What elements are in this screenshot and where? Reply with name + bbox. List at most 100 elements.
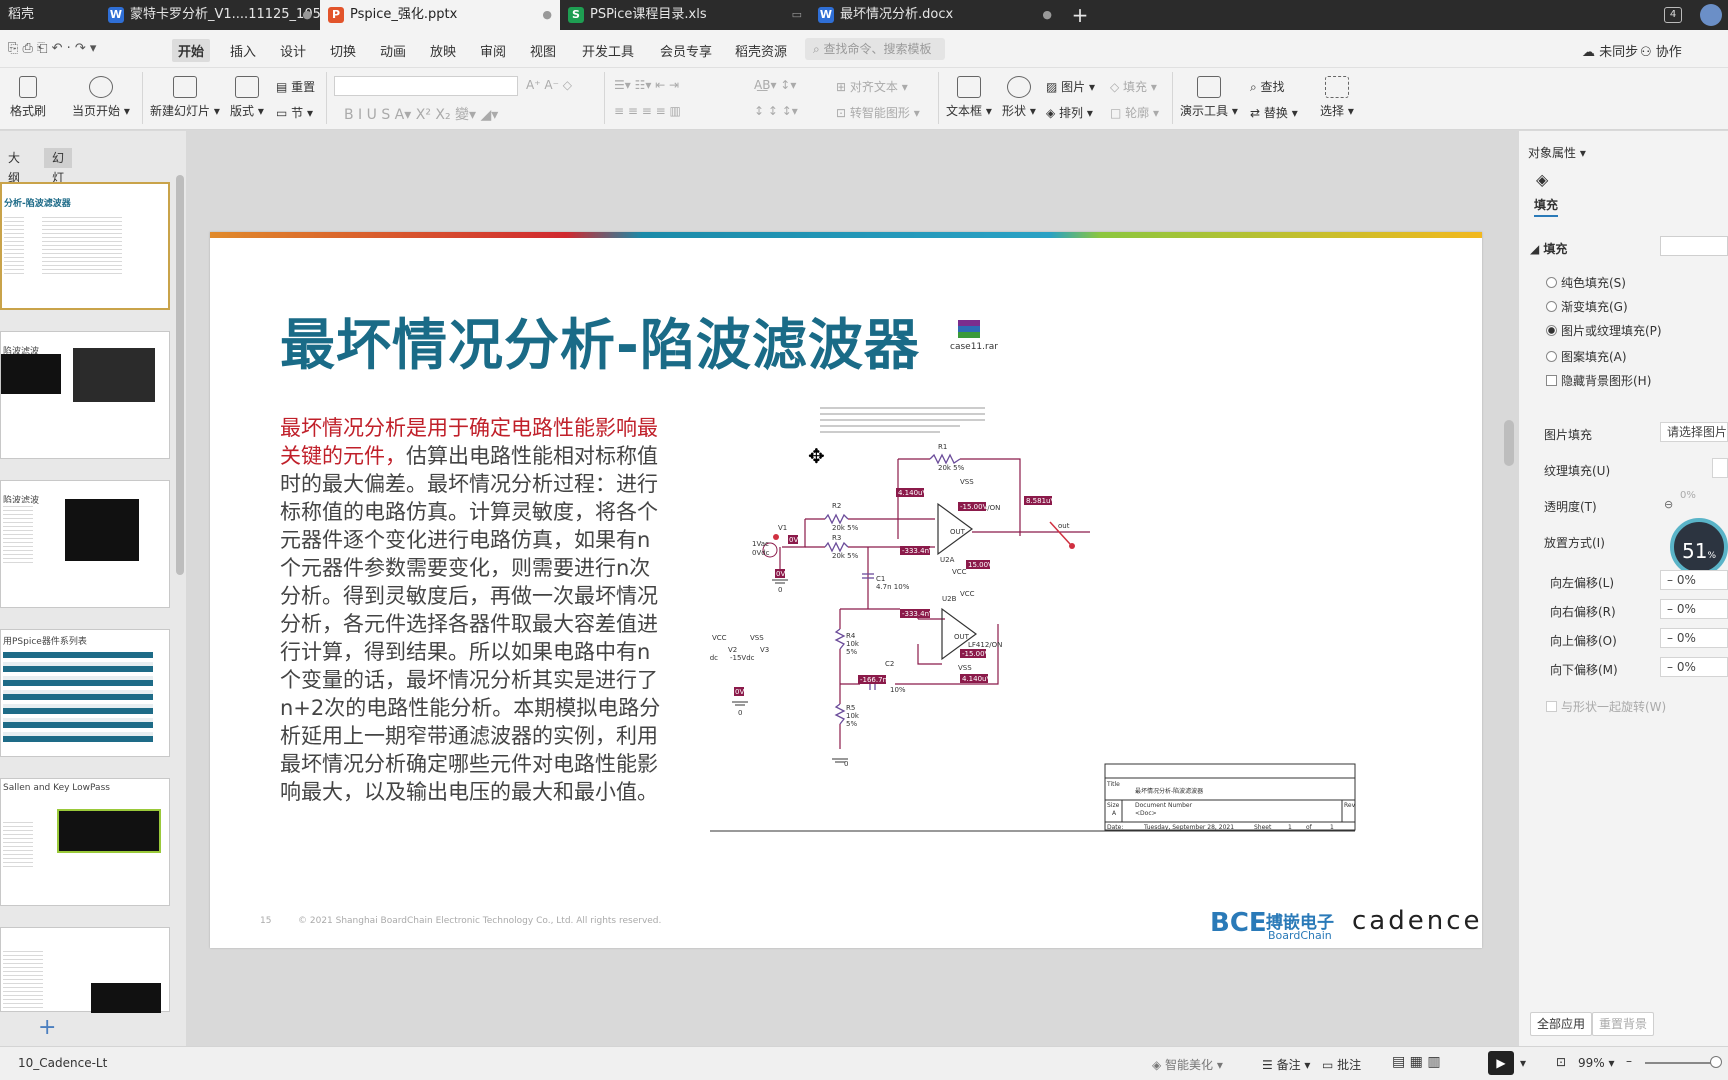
- zoom-slider-track[interactable]: [1645, 1062, 1715, 1064]
- play-slideshow-button[interactable]: ▶: [1488, 1051, 1514, 1075]
- panel-header[interactable]: 对象属性 ▾: [1528, 144, 1586, 161]
- notes-button[interactable]: ☰ 备注 ▾: [1262, 1056, 1310, 1073]
- texture-fill-select[interactable]: [1712, 458, 1728, 478]
- collaborate-button[interactable]: ⚇ 协作: [1640, 41, 1682, 60]
- reset-button[interactable]: ▤ 重置: [276, 78, 315, 95]
- offset-left-field[interactable]: – 0%: [1660, 570, 1728, 590]
- menu-view[interactable]: 视图: [530, 41, 556, 60]
- view-mode-buttons[interactable]: ▤ ▦ ▥: [1392, 1054, 1441, 1070]
- new-slide-button[interactable]: 新建幻灯片 ▾: [150, 76, 220, 119]
- transparency-minus-icon[interactable]: ⊖: [1664, 498, 1673, 511]
- picture-fill-select[interactable]: 请选择图片: [1660, 422, 1728, 442]
- tab-daoke[interactable]: 稻壳: [0, 0, 100, 30]
- zoom-out-icon[interactable]: –: [1626, 1054, 1632, 1068]
- tab-fill[interactable]: 填充: [1534, 196, 1559, 217]
- fill-gradient-radio[interactable]: 渐变填充(G): [1546, 298, 1628, 315]
- slide-thumbnail[interactable]: [0, 927, 170, 1013]
- convert-smartart-button[interactable]: ⊡ 转智能图形 ▾: [836, 104, 920, 121]
- zoom-level[interactable]: 99% ▾: [1578, 1056, 1615, 1070]
- textbox-button[interactable]: 文本框 ▾: [946, 76, 992, 119]
- rar-file-icon[interactable]: [958, 320, 980, 338]
- format-painter-button[interactable]: 格式刷: [10, 76, 46, 119]
- comment-button[interactable]: ▭ 批注: [1322, 1056, 1361, 1073]
- smart-beautify-button[interactable]: ◈ 智能美化 ▾: [1152, 1056, 1223, 1073]
- zoom-slider-thumb[interactable]: [1710, 1056, 1722, 1068]
- pspice-schematic[interactable]: R120k 5% R220k 5% R320k 5% R410k5% R510k…: [710, 404, 1455, 844]
- close-tab-icon[interactable]: ●: [542, 0, 552, 30]
- paragraph-align-buttons[interactable]: ≡ ≡ ≡ ≡ ▥: [614, 104, 681, 118]
- tab-slides[interactable]: 幻灯片: [44, 148, 73, 205]
- rotate-with-shape-checkbox[interactable]: 与形状一起旋转(W): [1546, 698, 1666, 715]
- find-button[interactable]: ⌕ 查找: [1250, 78, 1285, 95]
- align-text-button[interactable]: ⊞ 对齐文本 ▾: [836, 78, 908, 95]
- fill-color-swatch[interactable]: [1660, 236, 1728, 256]
- fill-section-header[interactable]: ◢ 填充: [1530, 240, 1567, 257]
- add-slide-icon[interactable]: +: [38, 1015, 56, 1040]
- tab-worstcase-docx[interactable]: W 最坏情况分析.docx ●: [810, 0, 1060, 30]
- apply-all-button[interactable]: 全部应用: [1530, 1012, 1593, 1036]
- font-style-buttons[interactable]: B I U S A▾ X² X₂ 變▾ ◢▾: [344, 104, 498, 124]
- performance-gauge[interactable]: 51%: [1670, 518, 1728, 576]
- fill-picture-radio[interactable]: 图片或纹理填充(P): [1546, 322, 1662, 339]
- replace-button[interactable]: ⇄ 替换 ▾: [1250, 104, 1298, 121]
- menu-daoke-resources[interactable]: 稻壳资源: [735, 41, 787, 60]
- fill-button[interactable]: ◇ 填充 ▾: [1110, 78, 1157, 95]
- picture-button[interactable]: ▨ 图片 ▾: [1046, 78, 1095, 95]
- slide-thumbnail[interactable]: Sallen and Key LowPass: [0, 778, 170, 906]
- menu-developer[interactable]: 开发工具: [582, 41, 634, 60]
- section-button[interactable]: ▭ 节 ▾: [276, 104, 313, 121]
- command-search-input[interactable]: ⌕ 查找命令、搜索模板: [805, 38, 945, 60]
- fill-bucket-icon[interactable]: ◈: [1536, 170, 1548, 189]
- fill-pattern-radio[interactable]: 图案填充(A): [1546, 348, 1627, 365]
- menu-slideshow[interactable]: 放映: [430, 41, 456, 60]
- tab-montecarlo-doc[interactable]: W 蒙特卡罗分析_V1....11125_1051 ●: [100, 0, 320, 30]
- text-direction-buttons[interactable]: A͟B▾ ↕▾: [754, 78, 796, 92]
- thumbnail-scrollbar[interactable]: [176, 175, 184, 575]
- slide-thumbnail[interactable]: 用PSpice器件系列表: [0, 629, 170, 757]
- menu-home[interactable]: 开始: [172, 39, 211, 62]
- presentation-tools-button[interactable]: 演示工具 ▾: [1180, 76, 1238, 119]
- font-size-buttons[interactable]: A⁺ A⁻ ◇: [526, 78, 572, 92]
- layout-button[interactable]: 版式 ▾: [230, 76, 264, 119]
- sync-status[interactable]: ☁ 未同步: [1582, 41, 1638, 60]
- slide[interactable]: 最坏情况分析-陷波滤波器 case11.rar 最坏情况分析是用于确定电路性能影…: [210, 232, 1482, 948]
- close-tab-icon[interactable]: ●: [1042, 0, 1052, 30]
- offset-up-field[interactable]: – 0%: [1660, 628, 1728, 648]
- slide-thumbnail[interactable]: 陷波滤波: [0, 480, 170, 608]
- menu-transition[interactable]: 切换: [330, 41, 356, 60]
- arrange-button[interactable]: ◈ 排列 ▾: [1046, 104, 1093, 121]
- menu-insert[interactable]: 插入: [230, 41, 256, 60]
- slide-thumbnail[interactable]: 分析-陷波滤波器: [0, 182, 170, 310]
- offset-right-field[interactable]: – 0%: [1660, 599, 1728, 619]
- slide-title[interactable]: 最坏情况分析-陷波滤波器: [280, 300, 920, 380]
- menu-member[interactable]: 会员专享: [660, 41, 712, 60]
- menu-design[interactable]: 设计: [280, 41, 306, 60]
- play-from-current-button[interactable]: 当页开始 ▾: [72, 76, 130, 119]
- font-name-select[interactable]: [334, 76, 518, 96]
- line-spacing-buttons[interactable]: ↕ ↕ ↕▾: [754, 104, 798, 118]
- close-tab-icon[interactable]: ●: [302, 0, 312, 30]
- tab-outline[interactable]: 大纲: [0, 148, 28, 185]
- tab-pspice-xls[interactable]: S PSPice课程目录.xls ▭: [560, 0, 810, 30]
- fill-solid-radio[interactable]: 纯色填充(S): [1546, 274, 1626, 291]
- list-buttons[interactable]: ☰▾ ☷▾ ⇤ ⇥: [614, 78, 679, 92]
- play-options-chevron-icon[interactable]: ▾: [1520, 1056, 1526, 1070]
- select-button[interactable]: 选择 ▾: [1320, 76, 1354, 119]
- tab-count-badge[interactable]: 4: [1664, 7, 1682, 23]
- new-tab-button[interactable]: +: [1060, 0, 1100, 30]
- tab-pspice-pptx[interactable]: P Pspice_强化.pptx ●: [320, 0, 560, 30]
- shape-button[interactable]: 形状 ▾: [1002, 76, 1036, 119]
- quick-access-toolbar[interactable]: ⎘ ⎙ ⎗ ↶ · ↷ ▾: [8, 41, 96, 56]
- slide-thumbnail[interactable]: 陷波滤波: [0, 331, 170, 459]
- slide-body-text[interactable]: 最坏情况分析是用于确定电路性能影响最关键的元件，估算出电路性能相对标称值时的最大…: [280, 414, 670, 806]
- close-tab-icon[interactable]: ▭: [792, 0, 802, 30]
- outline-button[interactable]: □ 轮廓 ▾: [1110, 104, 1159, 121]
- reset-background-button[interactable]: 重置背景: [1592, 1012, 1655, 1036]
- avatar[interactable]: [1700, 4, 1722, 26]
- offset-down-field[interactable]: – 0%: [1660, 657, 1728, 677]
- canvas-scrollbar[interactable]: [1504, 420, 1514, 466]
- menu-review[interactable]: 审阅: [480, 41, 506, 60]
- hide-background-checkbox[interactable]: 隐藏背景图形(H): [1546, 372, 1651, 389]
- menu-animation[interactable]: 动画: [380, 41, 406, 60]
- fit-window-icon[interactable]: ⊡: [1556, 1055, 1566, 1069]
